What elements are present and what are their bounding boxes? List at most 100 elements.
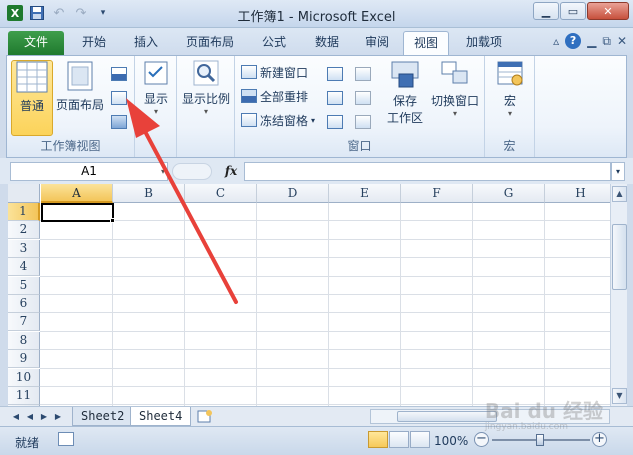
status-ready: 就绪 (15, 436, 40, 450)
name-box[interactable]: A1 ▾ (10, 162, 168, 181)
row-header-8[interactable]: 8 (8, 331, 40, 350)
zoom-slider-thumb[interactable] (536, 434, 544, 446)
watermark-url: jingyan.baidu.com (484, 422, 568, 432)
new-window-button[interactable]: 新建窗口 (241, 62, 308, 82)
scroll-up-icon[interactable]: ▲ (612, 186, 627, 202)
zoom-label: 显示比例 (181, 92, 230, 106)
tab-view[interactable]: 视图 (403, 31, 450, 55)
zoom-in-icon[interactable]: + (592, 432, 607, 447)
show-button[interactable]: 显示 ▾ (139, 60, 173, 116)
select-all-button[interactable] (8, 184, 40, 203)
collapse-ribbon-icon[interactable]: ▵ (553, 34, 559, 48)
expand-formula-bar-icon[interactable]: ▾ (611, 162, 625, 181)
arrange-all-button[interactable]: 全部重排 (241, 86, 308, 106)
grid-row-line (40, 220, 610, 222)
column-header-b[interactable]: B (113, 184, 185, 203)
active-cell[interactable] (41, 203, 114, 222)
page-break-preview-button[interactable] (111, 64, 127, 84)
horizontal-scroll-thumb[interactable] (397, 411, 497, 422)
sheet-tab-sheet4[interactable]: Sheet4 (130, 407, 192, 426)
prev-sheet-icon[interactable]: ◀ (24, 410, 36, 423)
doc-minimize-icon[interactable]: ▁ (587, 34, 596, 48)
minimize-button[interactable]: ▁ (533, 2, 559, 20)
switch-windows-label: 切换窗口 (430, 94, 479, 108)
zoom-out-icon[interactable]: − (474, 432, 489, 447)
arrange-all-icon (241, 89, 257, 103)
row-header-11[interactable]: 11 (8, 387, 40, 405)
tab-review[interactable]: 审阅 (355, 31, 399, 55)
record-macro-icon[interactable] (58, 432, 74, 446)
save-workspace-button[interactable]: 保存 工作区 (385, 60, 425, 126)
tab-data[interactable]: 数据 (305, 31, 349, 55)
fill-handle[interactable] (110, 218, 115, 223)
insert-sheet-icon[interactable] (197, 409, 213, 423)
row-header-2[interactable]: 2 (8, 221, 40, 240)
hide-button[interactable] (327, 88, 343, 108)
normal-view-button[interactable]: 普通 (11, 60, 53, 136)
row-header-6[interactable]: 6 (8, 295, 40, 313)
row-header-1[interactable]: 1 (8, 203, 40, 221)
row-header-5[interactable]: 5 (8, 276, 40, 295)
macros-button[interactable]: 宏 ▾ (489, 60, 531, 118)
column-header-g[interactable]: G (473, 184, 545, 203)
new-window-label: 新建窗口 (260, 65, 309, 80)
full-screen-button[interactable] (111, 112, 127, 132)
column-header-c[interactable]: C (185, 184, 257, 203)
column-header-e[interactable]: E (329, 184, 401, 203)
doc-close-icon[interactable]: ✕ (617, 34, 627, 48)
arrange-all-label: 全部重排 (260, 89, 309, 104)
sheet-tab-sheet2[interactable]: Sheet2 (72, 407, 134, 426)
worksheet-grid[interactable]: ABCDEFGH 123456789101112 (8, 184, 610, 406)
tab-page-layout[interactable]: 页面布局 (176, 31, 244, 55)
custom-views-button[interactable] (111, 88, 127, 108)
doc-restore-icon[interactable]: ⧉ (602, 34, 611, 49)
formula-bar-splitter[interactable] (172, 163, 212, 180)
tab-home[interactable]: 开始 (72, 31, 116, 55)
row-header-9[interactable]: 9 (8, 350, 40, 369)
switch-windows-button[interactable]: 切换窗口 ▾ (429, 60, 481, 118)
unhide-button[interactable] (327, 112, 343, 132)
macros-label: 宏 (503, 94, 516, 108)
tab-insert[interactable]: 插入 (124, 31, 168, 55)
name-box-dropdown-icon[interactable]: ▾ (161, 163, 165, 180)
row-header-4[interactable]: 4 (8, 258, 40, 277)
row-header-3[interactable]: 3 (8, 239, 40, 258)
status-normal-view-button[interactable] (368, 431, 388, 448)
row-header-7[interactable]: 7 (8, 313, 40, 332)
magnifier-icon (193, 60, 219, 86)
zoom-button[interactable]: 显示比例 ▾ (180, 60, 232, 116)
side-by-side-icon (355, 67, 371, 81)
split-button[interactable] (327, 64, 343, 84)
column-header-d[interactable]: D (257, 184, 329, 203)
tab-file[interactable]: 文件 (8, 31, 64, 55)
row-header-10[interactable]: 10 (8, 368, 40, 387)
switch-windows-dropdown-icon: ▾ (452, 109, 457, 118)
page-layout-view-button[interactable]: 页面布局 (55, 60, 105, 113)
column-header-h[interactable]: H (545, 184, 610, 203)
next-sheet-icon[interactable]: ▶ (38, 410, 50, 423)
vertical-scroll-thumb[interactable] (612, 224, 627, 290)
last-sheet-icon[interactable]: ▶︎ (52, 410, 64, 423)
vertical-scrollbar[interactable]: ▲ ▼ (610, 184, 627, 406)
tab-addins[interactable]: 加载项 (456, 31, 512, 55)
close-button[interactable]: ✕ (587, 2, 629, 20)
maximize-button[interactable]: ▭ (560, 2, 586, 20)
insert-function-button[interactable]: fx (220, 162, 242, 181)
reset-window-position-button[interactable] (355, 112, 371, 132)
group-window: 新建窗口 全部重排 冻结窗格 ▾ 保存 工作区 切换窗口 ▾ 窗口 (235, 56, 485, 157)
view-side-by-side-button[interactable] (355, 64, 371, 84)
sync-scrolling-button[interactable] (355, 88, 371, 108)
column-header-a[interactable]: A (41, 184, 113, 203)
title-bar: X ↶ ↷ ▾ 工作簿1 - Microsoft Excel ▁ ▭ ✕ (0, 0, 633, 28)
scroll-down-icon[interactable]: ▼ (612, 388, 627, 404)
column-header-f[interactable]: F (401, 184, 473, 203)
tab-formulas[interactable]: 公式 (252, 31, 296, 55)
group-workbook-views: 普通 页面布局 工作簿视图 (7, 56, 135, 157)
status-page-break-button[interactable] (410, 431, 430, 448)
zoom-level[interactable]: 100% (434, 434, 468, 448)
status-page-layout-button[interactable] (389, 431, 409, 448)
formula-input[interactable] (244, 162, 611, 181)
freeze-panes-button[interactable]: 冻结窗格 ▾ (241, 110, 315, 130)
help-icon[interactable]: ? (565, 33, 582, 49)
first-sheet-icon[interactable]: ◀︎ (10, 410, 22, 423)
